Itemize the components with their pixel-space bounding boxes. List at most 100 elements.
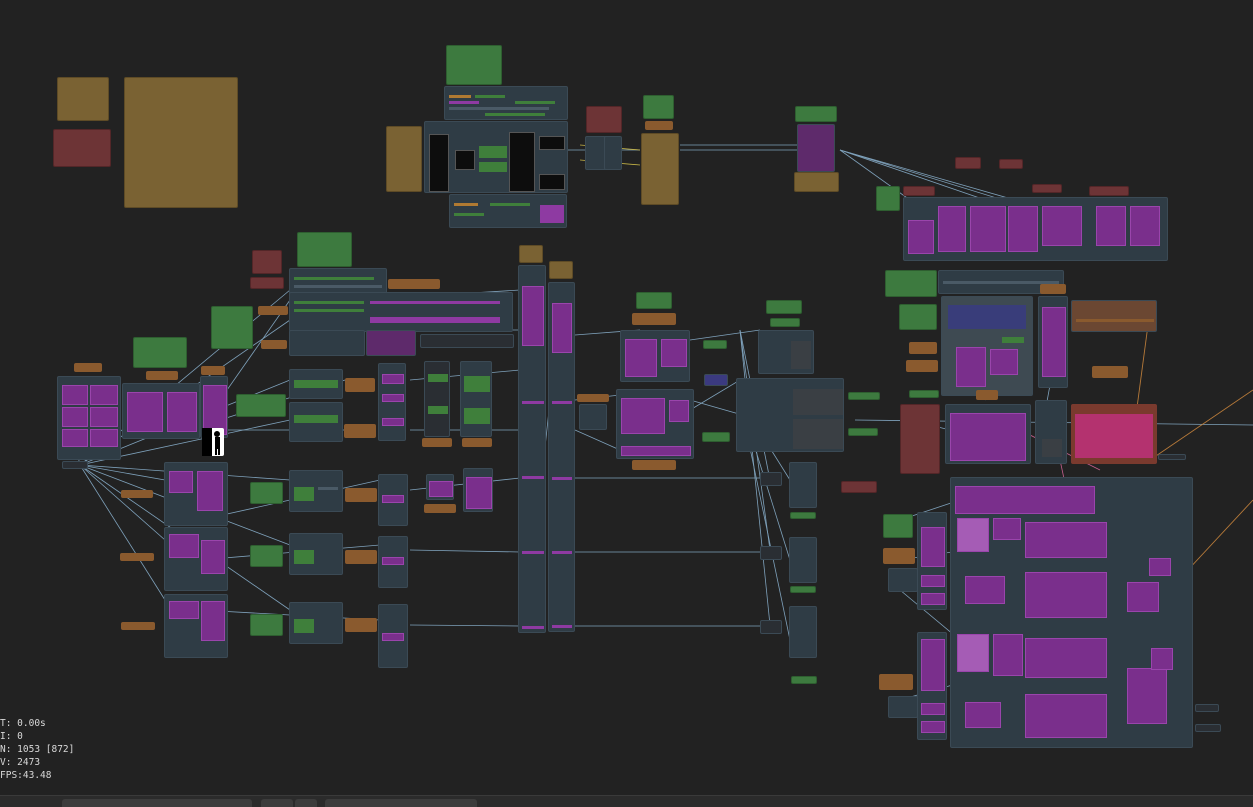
node-sampler[interactable] — [289, 369, 343, 399]
note-red[interactable] — [252, 250, 282, 274]
primitive-node[interactable] — [462, 438, 492, 447]
node-group-workflow[interactable] — [424, 121, 568, 193]
note-green[interactable] — [211, 306, 253, 349]
node-gold-list[interactable] — [641, 133, 679, 205]
node-list[interactable] — [789, 537, 817, 583]
primitive-node[interactable] — [577, 394, 609, 402]
note-green[interactable] — [885, 270, 937, 297]
note-red[interactable] — [1089, 186, 1129, 196]
node-list[interactable] — [460, 361, 492, 437]
node-brown[interactable] — [1071, 300, 1157, 332]
primitive-node[interactable] — [388, 279, 440, 289]
note-red[interactable] — [1032, 184, 1062, 193]
primitive-node[interactable] — [1040, 284, 1066, 294]
graph-canvas[interactable] — [0, 0, 1253, 806]
node-reroute[interactable] — [1158, 454, 1186, 460]
primitive-node[interactable] — [976, 390, 998, 400]
note-green[interactable] — [636, 292, 672, 309]
note-green[interactable] — [133, 337, 187, 368]
note-red[interactable] — [250, 277, 284, 289]
node-list[interactable] — [789, 462, 817, 508]
node-sampler[interactable] — [289, 402, 343, 442]
note-green[interactable] — [848, 428, 878, 436]
group-output-grid[interactable] — [950, 477, 1193, 748]
node-image-batch[interactable] — [122, 383, 200, 439]
node-preview[interactable] — [463, 468, 493, 512]
note-gold[interactable] — [549, 261, 573, 279]
group-preview-images[interactable] — [903, 197, 1168, 261]
node-preview[interactable] — [797, 124, 835, 172]
primitive-node[interactable] — [632, 460, 676, 470]
note-green[interactable] — [250, 545, 283, 567]
node-reroute[interactable] — [760, 620, 782, 634]
primitive-node[interactable] — [909, 342, 937, 354]
node-preview[interactable] — [426, 474, 454, 500]
note-red[interactable] — [53, 129, 111, 167]
primitive-node[interactable] — [258, 306, 288, 315]
node-reroute[interactable] — [760, 546, 782, 560]
note-green[interactable] — [883, 514, 913, 538]
node-reroute[interactable] — [760, 472, 782, 486]
node-image[interactable] — [945, 404, 1031, 464]
node-reroute[interactable] — [420, 334, 514, 348]
note-green[interactable] — [702, 432, 730, 442]
node-upscale[interactable] — [164, 594, 228, 658]
node-list[interactable] — [758, 330, 814, 374]
node-small[interactable] — [888, 696, 918, 718]
node-sampler[interactable] — [289, 470, 343, 512]
note-red[interactable] — [586, 106, 622, 133]
node-column[interactable] — [378, 604, 408, 668]
note-green[interactable] — [766, 300, 802, 314]
primitive-node[interactable] — [344, 424, 376, 438]
node-preview[interactable] — [1038, 296, 1068, 388]
node-column[interactable] — [378, 536, 408, 588]
node-reroute[interactable] — [1195, 704, 1219, 712]
note-green[interactable] — [250, 482, 283, 504]
node-sampler-settings[interactable] — [449, 194, 567, 228]
note-green[interactable] — [791, 676, 817, 684]
note-gold-large[interactable] — [124, 77, 238, 208]
primitive-node[interactable] — [879, 674, 913, 690]
node-small[interactable] — [579, 404, 607, 430]
node-column[interactable] — [378, 474, 408, 526]
note-red[interactable] — [900, 404, 940, 474]
primitive-node[interactable] — [883, 548, 915, 564]
primitive-node[interactable] — [345, 618, 377, 632]
node-sampler[interactable] — [289, 533, 343, 575]
primitive-node[interactable] — [345, 488, 377, 502]
note-green[interactable] — [297, 232, 352, 267]
node-reroute[interactable] — [62, 461, 88, 469]
node-column[interactable] — [917, 512, 947, 610]
note-green[interactable] — [795, 106, 837, 122]
node-reroute[interactable] — [1195, 724, 1221, 732]
node-brown[interactable] — [1071, 404, 1157, 464]
note-green[interactable] — [909, 390, 939, 398]
note-gold[interactable] — [519, 245, 543, 263]
primitive-node[interactable] — [632, 313, 676, 325]
primitive-node[interactable] — [261, 340, 287, 349]
note-green[interactable] — [848, 392, 880, 400]
note-red[interactable] — [955, 157, 981, 169]
node-list[interactable] — [424, 361, 450, 437]
primitive-node[interactable] — [121, 490, 153, 498]
note-red[interactable] — [999, 159, 1023, 169]
note-gold-small[interactable] — [57, 77, 109, 121]
note-green[interactable] — [643, 95, 674, 119]
node-small[interactable] — [888, 568, 918, 592]
primitive-node[interactable] — [201, 366, 225, 375]
note-red[interactable] — [841, 481, 877, 493]
node-column[interactable] — [917, 632, 947, 740]
note-green[interactable] — [790, 586, 816, 593]
primitive-node[interactable] — [422, 438, 452, 447]
node-small[interactable] — [1035, 400, 1067, 464]
note-red[interactable] — [903, 186, 935, 196]
note-green[interactable] — [703, 340, 727, 349]
note-green[interactable] — [770, 318, 800, 327]
primitive-node[interactable] — [645, 121, 673, 130]
note-green[interactable] — [790, 512, 816, 519]
node-conditioning[interactable] — [289, 292, 513, 332]
note-green[interactable] — [446, 45, 502, 85]
node-loader[interactable] — [444, 86, 568, 120]
node-small[interactable] — [704, 374, 728, 386]
note-green[interactable] — [899, 304, 937, 330]
